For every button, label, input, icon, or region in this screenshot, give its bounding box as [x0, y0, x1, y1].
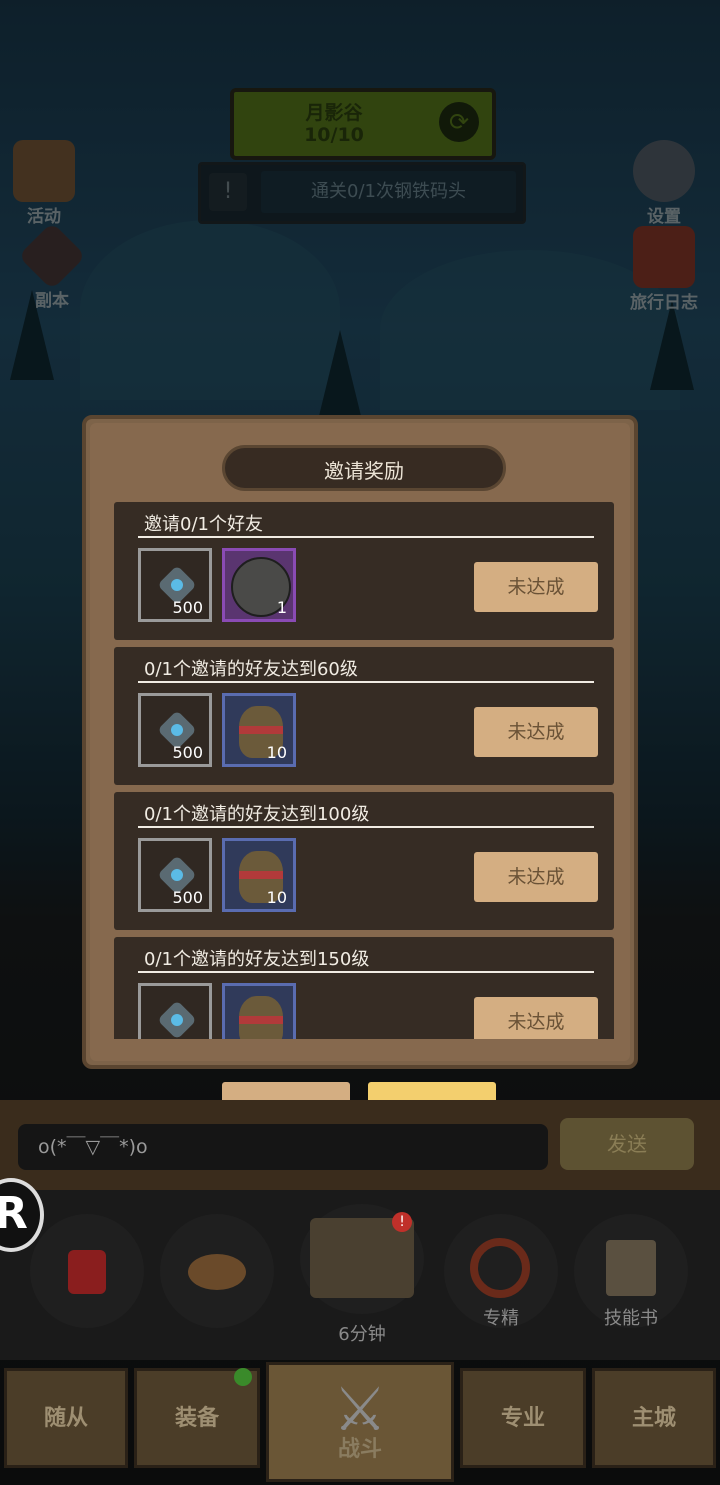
claim-status-button[interactable]: 未达成: [474, 852, 598, 902]
bread-skill[interactable]: [160, 1214, 274, 1328]
reward-title: 邀请0/1个好友: [144, 514, 263, 535]
reward-item[interactable]: 10: [222, 693, 296, 767]
modal-title: 邀请奖励: [222, 445, 506, 491]
reward-item[interactable]: [222, 983, 296, 1039]
potion-icon: [68, 1250, 106, 1294]
divider: [138, 971, 594, 973]
nav-follower[interactable]: 随从: [4, 1368, 128, 1468]
divider: [138, 536, 594, 538]
specialty-label: 专精: [483, 1308, 519, 1329]
reward-item[interactable]: [138, 983, 212, 1039]
hero-headband: [239, 871, 283, 879]
item-count: 500: [172, 888, 203, 907]
alert-badge-icon: !: [392, 1212, 412, 1232]
reward-item[interactable]: 500: [138, 838, 212, 912]
claim-status-button[interactable]: 未达成: [474, 997, 598, 1039]
reward-item[interactable]: 500: [138, 548, 212, 622]
nav-battle[interactable]: ⚔ 战斗: [266, 1362, 454, 1482]
chest-timer: 6分钟: [338, 1324, 386, 1345]
item-count: 1: [276, 598, 287, 617]
skill-book-label: 技能书: [604, 1308, 658, 1329]
item-count: 10: [266, 888, 287, 907]
specialty-skill[interactable]: 专精: [444, 1214, 558, 1329]
item-count: 500: [172, 743, 203, 762]
gem-icon: [157, 1000, 197, 1039]
skill-book[interactable]: 技能书: [574, 1214, 688, 1329]
item-count: 500: [172, 598, 203, 617]
item-count: 10: [266, 743, 287, 762]
hero-headband: [239, 1016, 283, 1024]
treasure-chest[interactable]: !: [300, 1204, 424, 1314]
nav-battle-label: 战斗: [337, 1437, 382, 1462]
divider: [138, 681, 594, 683]
reward-title: 0/1个邀请的好友达到150级: [144, 949, 370, 970]
claim-status-button[interactable]: 未达成: [474, 707, 598, 757]
invite-reward-modal: 邀请奖励 邀请0/1个好友 500 1 未达成 0/1个邀请的好友达到60级 5…: [82, 415, 638, 1069]
reward-item[interactable]: 10: [222, 838, 296, 912]
bread-icon: [188, 1254, 246, 1290]
reward-card: 0/1个邀请的好友达到100级 500 10 未达成: [114, 792, 614, 930]
nav-profession[interactable]: 专业: [460, 1368, 586, 1468]
hero-headband: [239, 726, 283, 734]
reward-item[interactable]: 500: [138, 693, 212, 767]
reward-item[interactable]: 1: [222, 548, 296, 622]
divider: [138, 826, 594, 828]
potion-skill[interactable]: [30, 1214, 144, 1328]
reward-card: 0/1个邀请的好友达到150级 未达成: [114, 937, 614, 1039]
reward-card: 0/1个邀请的好友达到60级 500 10 未达成: [114, 647, 614, 785]
new-badge-icon: [234, 1368, 252, 1386]
reward-title: 0/1个邀请的好友达到100级: [144, 804, 370, 825]
specialty-icon: [470, 1238, 530, 1298]
reward-title: 0/1个邀请的好友达到60级: [144, 659, 358, 680]
reward-list[interactable]: 邀请0/1个好友 500 1 未达成 0/1个邀请的好友达到60级 500 10…: [114, 502, 614, 1039]
chat-input[interactable]: o(*￣▽￣*)o: [18, 1124, 548, 1170]
claim-status-button[interactable]: 未达成: [474, 562, 598, 612]
nav-main-city[interactable]: 主城: [592, 1368, 716, 1468]
reward-card: 邀请0/1个好友 500 1 未达成: [114, 502, 614, 640]
skill-book-icon: [606, 1240, 656, 1296]
send-button[interactable]: 发送: [560, 1118, 694, 1170]
